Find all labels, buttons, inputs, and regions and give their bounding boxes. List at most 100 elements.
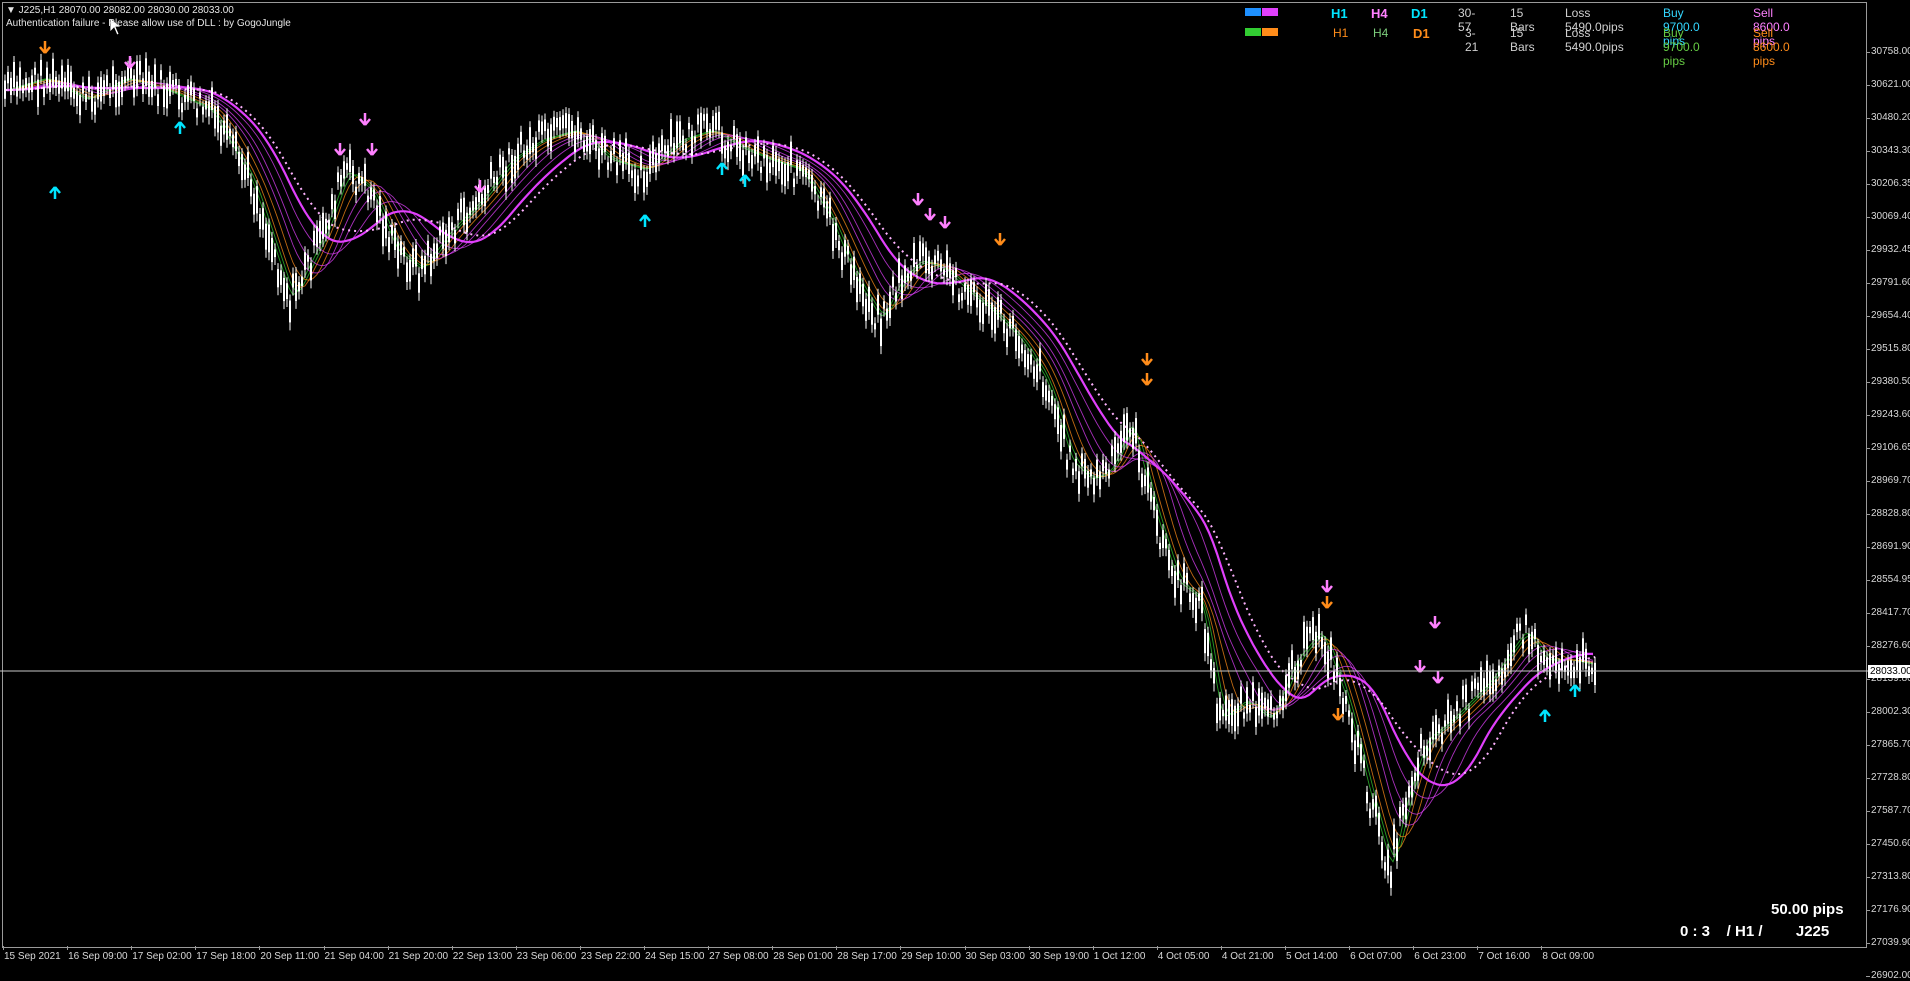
candle-body <box>763 145 765 159</box>
price-label: 29106.65 <box>1871 442 1910 453</box>
candle-body <box>733 126 735 140</box>
candle-body <box>1390 871 1392 888</box>
swatch-green <box>1245 28 1261 36</box>
candle-body <box>364 163 366 186</box>
candle-body <box>877 294 879 315</box>
arrow-down-icon <box>939 216 951 229</box>
candle-body <box>988 289 990 316</box>
candle-body <box>577 117 579 140</box>
candle-body <box>883 301 885 309</box>
candle-body <box>514 155 516 179</box>
arrow-down-icon <box>1321 580 1333 593</box>
candle-body <box>1213 668 1215 684</box>
candle-body <box>142 78 144 94</box>
time-label: 5 Oct 14:00 <box>1286 951 1338 962</box>
candle-body <box>1021 344 1023 354</box>
candle-body <box>850 264 852 285</box>
candle-body <box>1060 425 1062 452</box>
ma-line <box>5 84 1593 787</box>
candlesticks <box>4 52 1596 896</box>
candle-body <box>640 155 642 171</box>
candle-body <box>1177 560 1179 580</box>
candle-body <box>1063 414 1065 439</box>
candle-body <box>1309 627 1311 634</box>
candle-body <box>1555 647 1557 671</box>
time-label: 23 Sep 06:00 <box>516 951 577 962</box>
candle-body <box>94 101 96 115</box>
candle-body <box>274 249 276 258</box>
candle-body <box>712 116 714 133</box>
candle-body <box>1027 354 1029 370</box>
candle-body <box>700 112 702 141</box>
arrow-up-icon <box>639 214 651 227</box>
candle-body <box>1111 445 1113 457</box>
candle-body <box>766 154 768 183</box>
candle-body <box>190 81 192 96</box>
candle-body <box>433 243 435 261</box>
candle-body <box>1339 678 1341 697</box>
candle-body <box>475 197 477 210</box>
candle-body <box>1114 437 1116 465</box>
price-label: 26902.00 <box>1871 970 1910 981</box>
arrow-down-icon <box>474 180 486 193</box>
candle-body <box>751 155 753 169</box>
candle-body <box>391 225 393 236</box>
candle-body <box>703 114 705 121</box>
price-label: 30621.00 <box>1871 79 1910 90</box>
price-tick <box>1866 316 1870 317</box>
candle-body <box>1423 745 1425 758</box>
buy: Buy 9700.0 pips <box>1663 26 1700 68</box>
time-tick <box>644 946 645 950</box>
time-label: 4 Oct 05:00 <box>1157 951 1210 962</box>
candle-body <box>604 135 606 152</box>
price-label: 28691.90 <box>1871 541 1910 552</box>
candle-body <box>157 94 159 106</box>
candle-body <box>775 151 777 176</box>
candle-body <box>103 80 105 96</box>
candle-body <box>1138 450 1140 473</box>
candle-body <box>682 135 684 151</box>
candle-body <box>1378 812 1380 837</box>
candle-body <box>535 137 537 159</box>
candle-body <box>790 141 792 165</box>
candle-body <box>955 267 957 278</box>
candle-body <box>1081 453 1083 467</box>
price-label: 28969.70 <box>1871 475 1910 486</box>
candle-body <box>289 300 291 323</box>
price-chart[interactable] <box>0 0 1868 950</box>
candle-body <box>709 129 711 138</box>
candle-body <box>694 136 696 143</box>
candle-body <box>445 229 447 257</box>
candle-body <box>1438 724 1440 734</box>
candle-body <box>1489 671 1491 695</box>
candle-body <box>418 273 420 293</box>
time-label: 16 Sep 09:00 <box>68 951 128 962</box>
range: 3-21 <box>1465 26 1479 54</box>
candle-body <box>697 114 699 125</box>
candle-body <box>409 259 411 282</box>
candle-body <box>124 76 126 83</box>
candle-body <box>1078 471 1080 494</box>
candle-body <box>904 265 906 284</box>
candle-body <box>841 252 843 270</box>
candle-body <box>1366 791 1368 804</box>
candle-body <box>589 129 591 155</box>
candle-body <box>1429 737 1431 761</box>
candle-body <box>1492 669 1494 694</box>
candle-body <box>1360 744 1362 764</box>
candle-body <box>1270 696 1272 710</box>
price-tick <box>1866 382 1870 383</box>
candle-body <box>799 161 801 171</box>
candle-body <box>322 212 324 239</box>
time-tick <box>1220 946 1222 950</box>
candle-body <box>379 196 381 216</box>
candle-body <box>781 162 783 185</box>
candle-body <box>298 282 300 292</box>
candle-body <box>1447 699 1449 724</box>
candle-body <box>934 255 936 265</box>
candle-body <box>136 61 138 89</box>
candle-body <box>517 143 519 170</box>
candle-body <box>16 81 18 97</box>
time-label: 1 Oct 12:00 <box>1093 951 1146 962</box>
price-tick <box>1866 184 1870 185</box>
